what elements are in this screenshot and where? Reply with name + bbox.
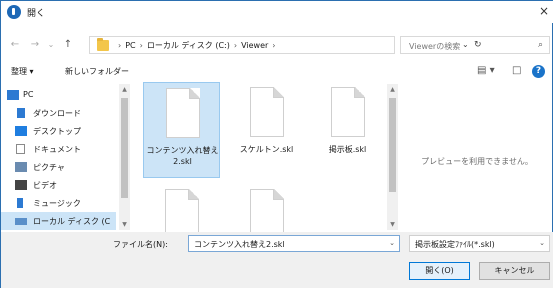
filename-value: コンテンツ入れ替え2.skl xyxy=(194,240,285,249)
search-icon: ⌕ xyxy=(537,40,543,50)
download-icon xyxy=(17,108,25,118)
sidebar-item-desktop[interactable]: デスクトップ xyxy=(1,122,116,140)
view-options-icon[interactable]: ▤ ▾ xyxy=(477,65,495,76)
help-icon[interactable]: ? xyxy=(532,65,545,78)
file-type-select[interactable]: 掲示板設定ﾌｧｲﾙ(*.skl) ⌄ xyxy=(409,235,550,252)
preview-pane-icon[interactable]: □ xyxy=(512,65,521,76)
file-item[interactable]: スケルトン.skl xyxy=(228,82,305,178)
sidebar-item-label: ローカル ディスク (C xyxy=(33,217,111,226)
crumb-separator: › xyxy=(118,41,122,50)
open-file-dialog: 開く × ← → ⌄ ↑ › PC › ローカル ディスク (C:) › Viewer › … xyxy=(0,0,553,288)
sidebar-item-pc[interactable]: PC xyxy=(1,86,116,104)
file-item[interactable]: 掲示板.skl xyxy=(309,82,386,178)
scroll-up-arrow-icon[interactable]: ▲ xyxy=(387,84,398,95)
drive-icon xyxy=(15,218,27,225)
desktop-icon xyxy=(15,126,27,136)
file-name: 掲示板.skl xyxy=(328,145,367,154)
sidebar-item-documents[interactable]: ドキュメント xyxy=(1,140,116,158)
music-icon xyxy=(17,198,23,208)
sidebar-item-label: ビデオ xyxy=(33,181,57,190)
file-item[interactable] xyxy=(143,184,220,233)
title-bar: 開く × xyxy=(1,1,553,23)
file-name: コンテンツ入れ替え2.skl xyxy=(146,146,219,166)
breadcrumb: › PC › ローカル ディスク (C:) › Viewer › xyxy=(114,40,280,51)
navigation-pane: PC ダウンロード デスクトップ ドキュメント ピクチャ ビデオ ミュージック xyxy=(1,84,132,230)
document-icon xyxy=(166,88,200,138)
back-arrow-icon[interactable]: ← xyxy=(8,37,22,53)
filename-label: ファイル名(N): xyxy=(113,240,168,249)
scroll-down-arrow-icon[interactable]: ▼ xyxy=(119,219,130,230)
file-type-value: 掲示板設定ﾌｧｲﾙ(*.skl) xyxy=(415,240,495,249)
dialog-footer: ファイル名(N): コンテンツ入れ替え2.skl ⌄ 掲示板設定ﾌｧｲﾙ(*.s… xyxy=(1,232,553,288)
forward-arrow-icon[interactable]: → xyxy=(28,37,42,53)
file-list-scrollbar[interactable]: ▲ ▼ xyxy=(387,84,398,230)
scroll-down-arrow-icon[interactable]: ▼ xyxy=(387,219,398,230)
cancel-button[interactable]: キャンセル xyxy=(479,262,550,280)
open-button[interactable]: 開く(O) xyxy=(409,262,470,280)
sidebar-item-local-disk[interactable]: ローカル ディスク (C xyxy=(1,212,116,230)
search-placeholder: Viewerの検索 xyxy=(409,42,461,51)
breadcrumb-pc[interactable]: PC xyxy=(125,41,135,50)
document-icon xyxy=(165,189,199,233)
organize-button[interactable]: 整理 ▾ xyxy=(11,66,34,77)
preview-pane: プレビューを利用できません。 xyxy=(402,84,552,230)
sidebar-item-label: PC xyxy=(23,90,34,99)
new-folder-button[interactable]: 新しいフォルダー xyxy=(65,66,129,77)
navigation-bar: ← → ⌄ ↑ › PC › ローカル ディスク (C:) › Viewer › ⌄ ↻ V… xyxy=(1,34,553,56)
sidebar-item-label: ピクチャ xyxy=(33,163,65,172)
address-bar[interactable]: › PC › ローカル ディスク (C:) › Viewer › ⌄ ↻ xyxy=(89,36,482,54)
filename-chevron-down-icon[interactable]: ⌄ xyxy=(389,239,395,247)
scroll-up-arrow-icon[interactable]: ▲ xyxy=(119,84,130,95)
sidebar-item-videos[interactable]: ビデオ xyxy=(1,176,116,194)
sidebar-item-label: ドキュメント xyxy=(33,145,81,154)
file-item[interactable] xyxy=(228,184,305,233)
sidebar-item-label: デスクトップ xyxy=(33,127,81,136)
search-input[interactable]: Viewerの検索 ⌕ xyxy=(400,36,550,54)
recent-locations-chevron-icon[interactable]: ⌄ xyxy=(44,37,58,53)
pictures-icon xyxy=(15,162,27,172)
sidebar-item-label: ダウンロード xyxy=(33,109,81,118)
sidebar-item-label: ミュージック xyxy=(33,199,81,208)
document-icon xyxy=(250,87,284,137)
file-name: スケルトン.skl xyxy=(239,145,294,154)
sidebar-item-pictures[interactable]: ピクチャ xyxy=(1,158,116,176)
up-arrow-icon[interactable]: ↑ xyxy=(61,37,75,53)
breadcrumb-viewer[interactable]: Viewer xyxy=(241,41,268,50)
crumb-separator: › xyxy=(139,41,143,50)
videos-icon xyxy=(15,180,27,190)
document-icon xyxy=(250,189,284,233)
dialog-title: 開く xyxy=(27,9,46,19)
close-button[interactable]: × xyxy=(534,1,553,21)
file-item[interactable]: コンテンツ入れ替え2.skl xyxy=(143,82,220,178)
app-info-icon xyxy=(7,5,21,19)
file-list-scroll-thumb[interactable] xyxy=(389,98,396,192)
breadcrumb-local-disk[interactable]: ローカル ディスク (C:) xyxy=(147,41,230,50)
sidebar-item-music[interactable]: ミュージック xyxy=(1,194,116,212)
crumb-separator: › xyxy=(233,41,238,50)
document-icon xyxy=(331,87,365,137)
crumb-separator: › xyxy=(272,41,276,50)
sidebar-scrollbar[interactable]: ▲ ▼ xyxy=(119,84,130,230)
file-type-chevron-down-icon: ⌄ xyxy=(539,239,545,247)
sidebar-item-downloads[interactable]: ダウンロード xyxy=(1,104,116,122)
pc-icon xyxy=(7,90,19,100)
folder-icon xyxy=(97,38,109,51)
sidebar-scroll-thumb[interactable] xyxy=(121,98,128,198)
documents-icon xyxy=(16,144,25,154)
filename-field[interactable]: コンテンツ入れ替え2.skl ⌄ xyxy=(188,235,400,252)
file-list: コンテンツ入れ替え2.skl スケルトン.skl 掲示板.skl xyxy=(134,80,389,233)
preview-unavailable-message: プレビューを利用できません。 xyxy=(421,157,533,166)
